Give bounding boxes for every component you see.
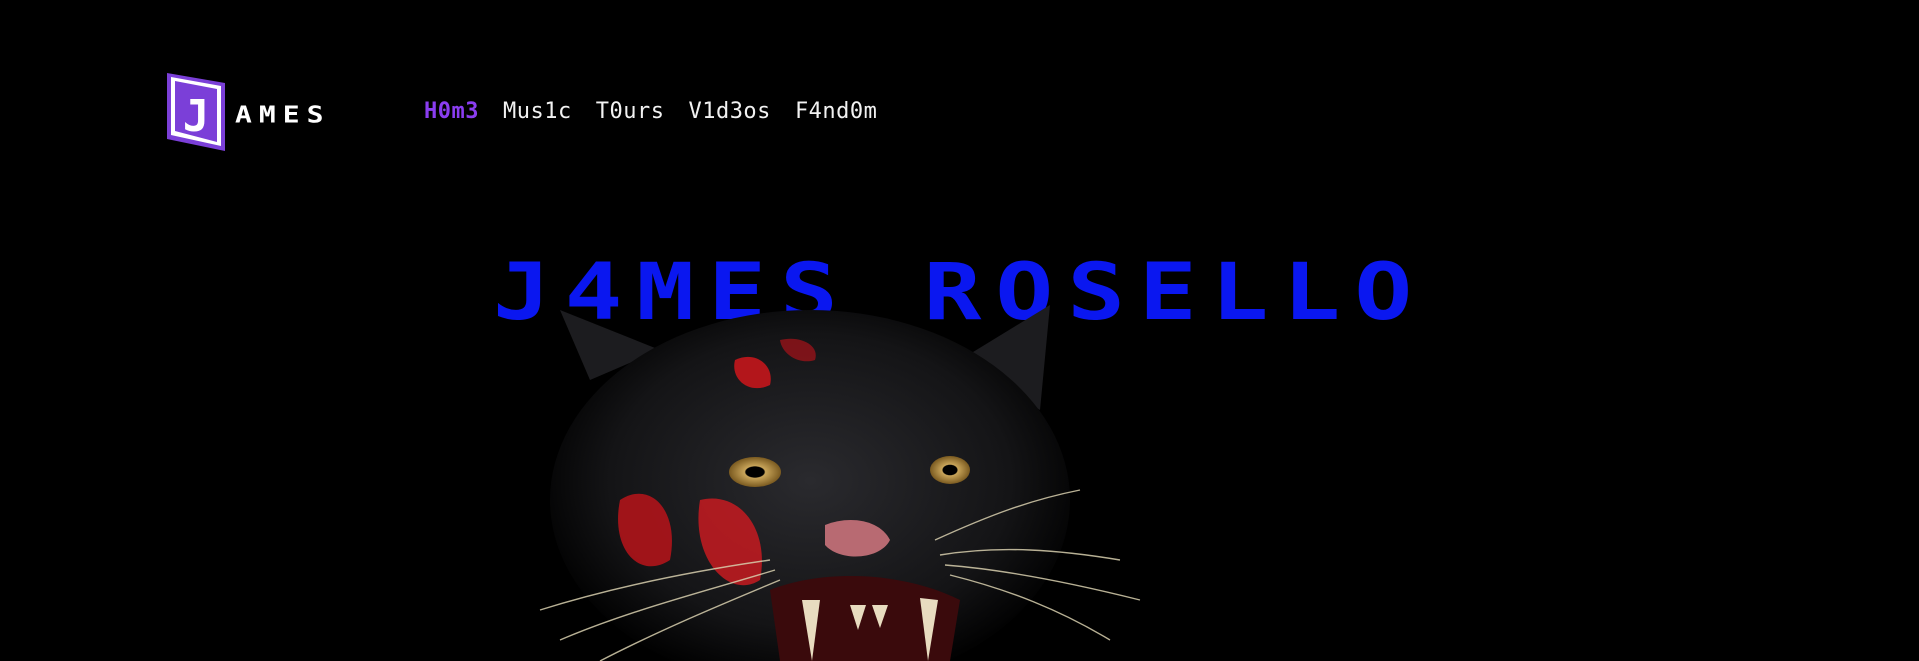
- main-nav: H0m3 Mus1c T0urs V1d3os F4nd0m: [424, 96, 877, 126]
- site-logo[interactable]: J AMES: [167, 73, 330, 151]
- panther-face-image: [520, 300, 1180, 661]
- nav-item-home[interactable]: H0m3: [424, 99, 479, 124]
- site-header: J AMES H0m3 Mus1c T0urs V1d3os F4nd0m: [0, 0, 1919, 151]
- nav-item-tours[interactable]: T0urs: [596, 99, 665, 124]
- nav-item-videos[interactable]: V1d3os: [688, 99, 770, 124]
- logo-badge-icon: J: [167, 73, 225, 151]
- logo-text: AMES: [235, 100, 331, 128]
- logo-letter: J: [183, 91, 210, 142]
- nav-item-music[interactable]: Mus1c: [503, 99, 572, 124]
- nav-item-fandom[interactable]: F4nd0m: [795, 99, 877, 124]
